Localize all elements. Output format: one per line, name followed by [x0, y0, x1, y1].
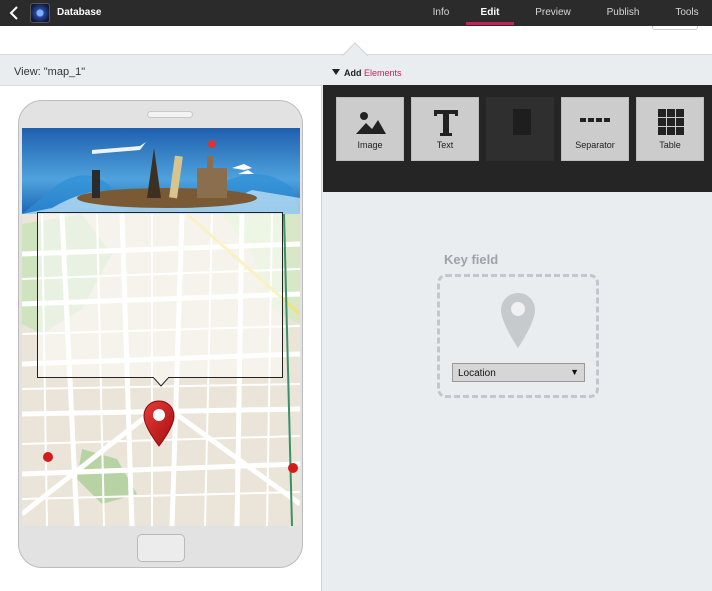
travel-banner-image[interactable] — [22, 128, 300, 214]
table-icon — [658, 109, 684, 135]
phone-home-button[interactable] — [137, 534, 185, 562]
add-elements-accent: Elements — [364, 68, 402, 78]
add-elements-toggle[interactable]: Add Elements — [332, 68, 402, 78]
key-field-select[interactable]: Location ▼ — [452, 363, 585, 382]
location-pin-icon — [501, 293, 535, 348]
callout-pointer — [153, 377, 169, 387]
top-navigation-bar: Database Info Edit Preview Publish Tools — [0, 0, 712, 26]
document-icon — [513, 109, 531, 135]
phone-speaker — [147, 111, 193, 118]
back-icon[interactable] — [8, 3, 24, 23]
image-element-button[interactable]: Image — [336, 97, 404, 161]
text-element-button[interactable]: Text — [411, 97, 479, 161]
app-logo — [30, 3, 50, 23]
caret-down-icon — [332, 69, 340, 75]
image-element-label: Image — [357, 140, 383, 150]
toolbar-field — [652, 26, 698, 30]
active-tab-indicator — [466, 22, 514, 25]
separator-element-button[interactable]: Separator — [561, 97, 629, 161]
tab-tools[interactable]: Tools — [670, 0, 704, 26]
key-field-title: Key field — [444, 252, 499, 267]
map-info-callout[interactable] — [37, 212, 283, 378]
tab-publish[interactable]: Publish — [600, 0, 646, 26]
panel-notch — [342, 42, 368, 56]
map-marker-icon[interactable] — [142, 400, 176, 448]
text-element-label: Text — [436, 140, 454, 150]
add-elements-prefix: Add — [344, 68, 362, 78]
dropdown-arrow-icon: ▼ — [570, 367, 579, 377]
view-label: View: "map_1" — [14, 66, 86, 78]
disabled-element-button — [486, 97, 554, 161]
key-field-select-value: Location — [458, 368, 496, 379]
tab-info[interactable]: Info — [424, 0, 458, 26]
image-icon — [356, 112, 386, 134]
table-element-button[interactable]: Table — [636, 97, 704, 161]
app-title: Database — [57, 7, 102, 18]
separator-icon — [580, 118, 610, 122]
table-element-label: Table — [659, 140, 681, 150]
text-icon — [434, 110, 458, 136]
tab-preview[interactable]: Preview — [530, 0, 576, 26]
separator-element-label: Separator — [575, 140, 615, 150]
